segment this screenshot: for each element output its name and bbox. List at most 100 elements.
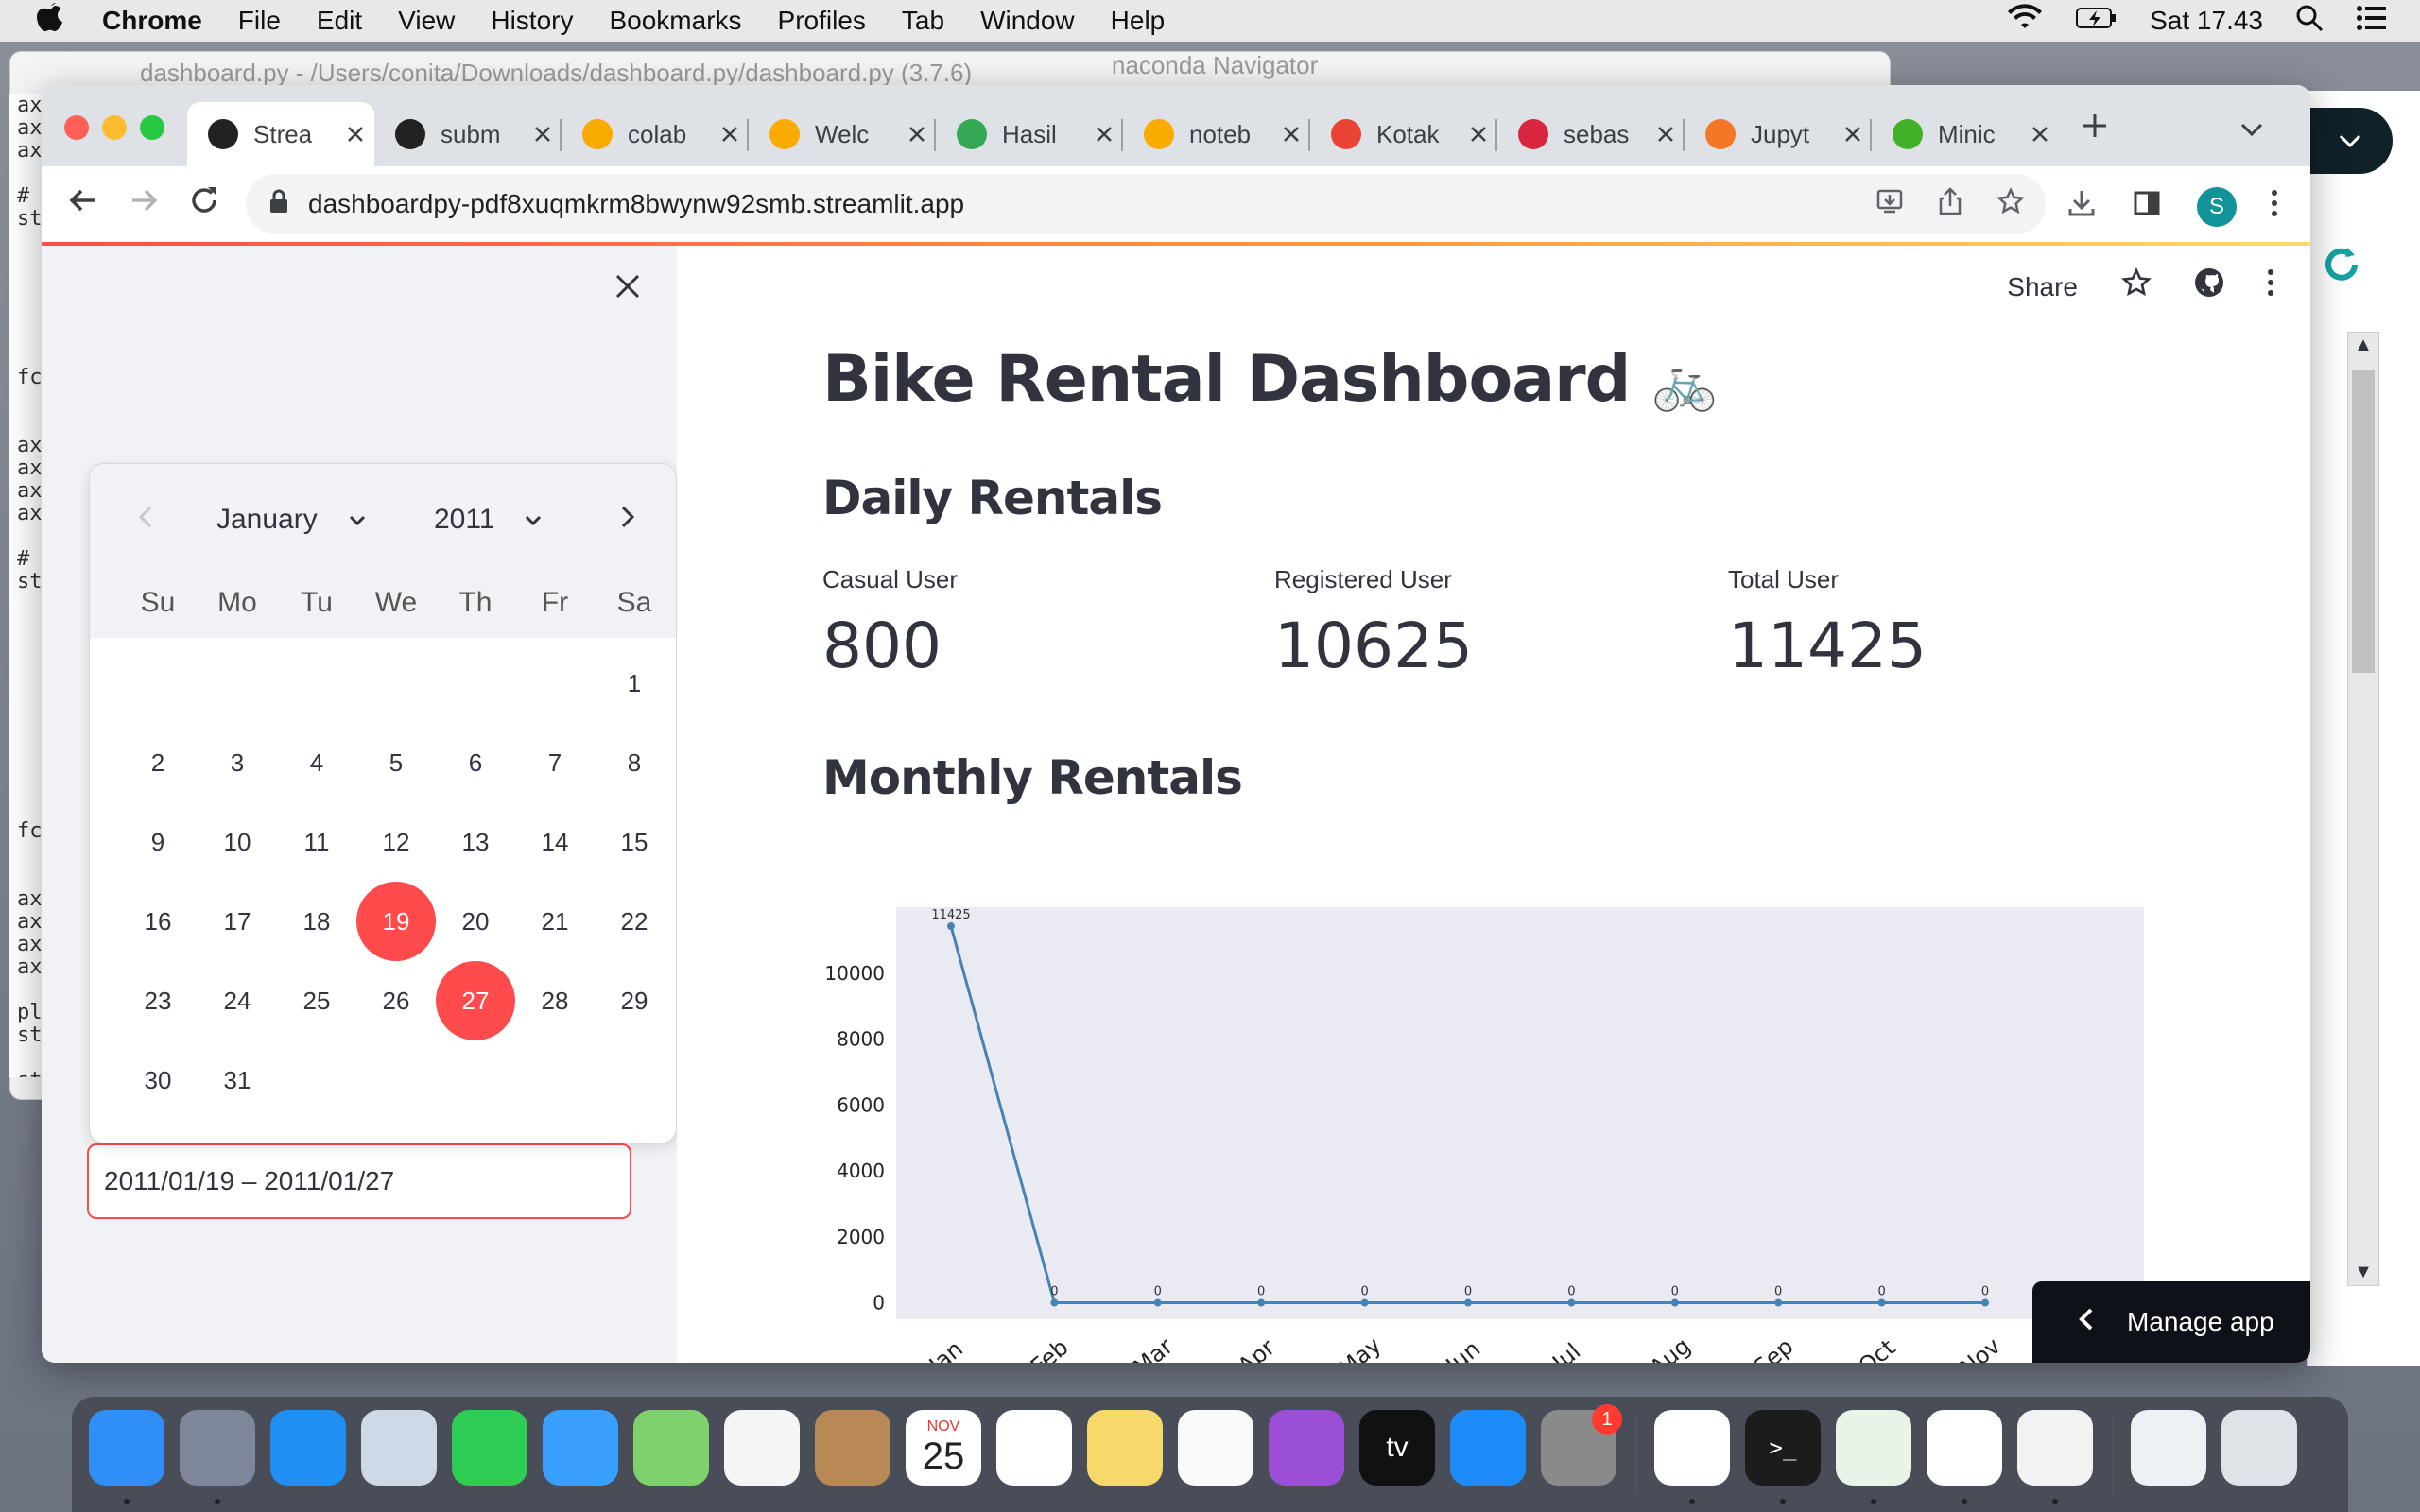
photos-icon[interactable] <box>724 1410 800 1486</box>
chrome-menu-icon[interactable] <box>2271 189 2278 225</box>
terminal-icon[interactable]: >_ <box>1745 1410 1821 1486</box>
anaconda-icon[interactable] <box>1836 1410 1911 1486</box>
tab-search-chevron-icon[interactable] <box>2240 113 2263 144</box>
back-arrow-icon[interactable] <box>66 183 100 226</box>
scroll-up-arrow-icon[interactable]: ▲ <box>2348 335 2378 356</box>
menu-bookmarks[interactable]: Bookmarks <box>609 6 741 36</box>
share-button[interactable]: Share <box>2007 272 2078 302</box>
close-tab-icon[interactable] <box>2021 118 2059 150</box>
github-icon[interactable] <box>2193 266 2225 307</box>
calendar-day[interactable]: 23 <box>118 961 198 1040</box>
browser-tab[interactable]: noteb <box>1123 102 1310 166</box>
calendar-day[interactable]: 12 <box>356 802 436 882</box>
system-preferences-icon[interactable]: 1 <box>1541 1404 1622 1486</box>
app-menu-icon[interactable] <box>2267 268 2274 305</box>
browser-tab[interactable]: Hasil <box>936 102 1123 166</box>
calendar-day[interactable]: 6 <box>436 723 515 802</box>
finder-icon[interactable] <box>89 1410 164 1486</box>
date-range-input[interactable]: 2011/01/19 – 2011/01/27 <box>87 1143 631 1219</box>
share-page-icon[interactable] <box>1938 187 1962 223</box>
calendar-day[interactable]: 5 <box>356 723 436 802</box>
menu-edit[interactable]: Edit <box>317 6 362 36</box>
chrome-icon[interactable] <box>1927 1410 2002 1486</box>
favorite-star-icon[interactable] <box>2121 267 2152 306</box>
browser-tab[interactable]: Strea <box>187 102 374 166</box>
python-launcher-icon[interactable] <box>2017 1410 2093 1486</box>
minimize-window-button[interactable] <box>102 115 127 140</box>
control-center-icon[interactable] <box>2356 5 2388 38</box>
install-app-icon[interactable] <box>1876 187 1904 223</box>
app-store-icon[interactable] <box>1450 1410 1526 1486</box>
calendar-day[interactable]: 28 <box>515 961 595 1040</box>
reload-icon[interactable] <box>187 183 221 226</box>
year-chevron-down-icon[interactable] <box>525 507 542 532</box>
browser-tab[interactable]: Kotak <box>1310 102 1497 166</box>
notes-icon[interactable] <box>1087 1410 1163 1486</box>
zoom-window-button[interactable] <box>140 115 164 140</box>
forward-arrow-icon[interactable] <box>127 183 161 226</box>
scrollbar-thumb[interactable] <box>2352 370 2375 673</box>
calendar-day[interactable]: 18 <box>277 882 356 961</box>
music-icon[interactable] <box>1178 1410 1253 1486</box>
next-month-icon[interactable] <box>619 502 636 539</box>
new-tab-icon[interactable] <box>2080 108 2110 150</box>
calendar-day-selected[interactable]: 27 <box>436 961 515 1040</box>
spotlight-search-icon[interactable] <box>2295 4 2324 39</box>
reminders-icon[interactable] <box>996 1410 1072 1486</box>
browser-tab[interactable]: colab <box>562 102 749 166</box>
menu-chrome[interactable]: Chrome <box>102 6 202 36</box>
close-tab-icon[interactable] <box>524 118 562 150</box>
wifi-icon[interactable] <box>2006 3 2044 39</box>
calendar-day[interactable]: 30 <box>118 1040 198 1120</box>
calendar-day[interactable]: 4 <box>277 723 356 802</box>
calendar-day[interactable]: 3 <box>198 723 277 802</box>
browser-tab[interactable]: subm <box>374 102 562 166</box>
month-chevron-down-icon[interactable] <box>349 507 366 532</box>
menu-file[interactable]: File <box>238 6 281 36</box>
calendar-day[interactable]: 21 <box>515 882 595 961</box>
facetime-icon[interactable] <box>452 1410 527 1486</box>
calendar-day[interactable]: 9 <box>118 802 198 882</box>
calendar-day[interactable]: 31 <box>198 1040 277 1120</box>
calendar-day[interactable]: 20 <box>436 882 515 961</box>
calendar-day[interactable]: 17 <box>198 882 277 961</box>
calendar-day[interactable]: 2 <box>118 723 198 802</box>
contacts-icon[interactable] <box>815 1410 890 1486</box>
close-tab-icon[interactable] <box>1834 118 1872 150</box>
preview-icon[interactable] <box>2131 1410 2206 1486</box>
previous-month-icon[interactable] <box>137 502 154 539</box>
calendar-day[interactable]: 14 <box>515 802 595 882</box>
battery-charging-icon[interactable] <box>2076 6 2118 37</box>
calendar-icon[interactable]: NOV 25 <box>906 1410 981 1486</box>
close-tab-icon[interactable] <box>1085 118 1123 150</box>
calendar-day[interactable]: 8 <box>595 723 674 802</box>
browser-tab[interactable]: Minic <box>1872 102 2059 166</box>
calendar-day[interactable]: 25 <box>277 961 356 1040</box>
background-dropdown-button[interactable] <box>2308 108 2393 174</box>
month-select[interactable]: January <box>216 504 318 536</box>
url-text[interactable]: dashboardpy-pdf8xuqmkrm8bwynw92smb.strea… <box>308 189 964 219</box>
calendar-day[interactable]: 15 <box>595 802 674 882</box>
lock-icon[interactable] <box>268 188 289 221</box>
background-refresh-icon[interactable] <box>2319 242 2364 299</box>
calendar-day[interactable]: 29 <box>595 961 674 1040</box>
safari-icon[interactable] <box>270 1410 346 1486</box>
address-bar[interactable]: dashboardpy-pdf8xuqmkrm8bwynw92smb.strea… <box>246 174 2046 234</box>
close-tab-icon[interactable] <box>1460 118 1497 150</box>
side-panel-icon[interactable] <box>2133 189 2161 225</box>
menu-help[interactable]: Help <box>1111 6 1166 36</box>
close-sidebar-icon[interactable] <box>614 266 641 309</box>
maps-icon[interactable] <box>633 1410 709 1486</box>
mail-icon[interactable] <box>361 1410 437 1486</box>
calendar-day[interactable]: 10 <box>198 802 277 882</box>
menu-tab[interactable]: Tab <box>902 6 944 36</box>
apple-menu-icon[interactable] <box>36 1 74 41</box>
messages-icon[interactable] <box>543 1410 618 1486</box>
profile-avatar[interactable]: S <box>2197 187 2237 227</box>
close-tab-icon[interactable] <box>337 118 374 150</box>
close-tab-icon[interactable] <box>1647 118 1685 150</box>
date-range-value[interactable]: 2011/01/19 – 2011/01/27 <box>104 1166 394 1196</box>
close-tab-icon[interactable] <box>1272 118 1310 150</box>
calendar-day[interactable]: 13 <box>436 802 515 882</box>
menu-window[interactable]: Window <box>980 6 1075 36</box>
